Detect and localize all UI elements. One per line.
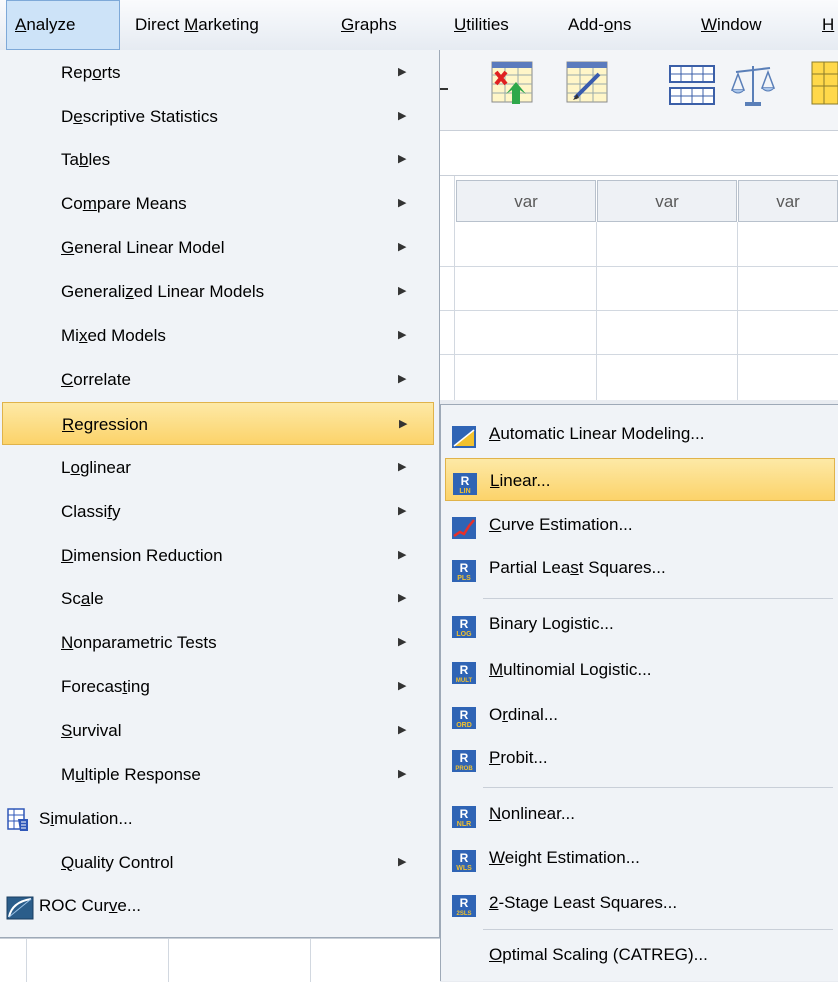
submenu-arrow-icon: ▶ bbox=[398, 505, 407, 517]
submenu-arrow-icon: ▶ bbox=[398, 636, 407, 648]
analyze-menu: Reports ▶ Descriptive Statistics ▶ Tables ▶… bbox=[0, 50, 440, 938]
svg-text:R: R bbox=[460, 896, 469, 910]
menubar-analyze[interactable]: Analyze bbox=[6, 0, 120, 50]
submenu-item-optimal-scaling[interactable]: Optimal Scaling (CATREG)... bbox=[445, 933, 835, 976]
menubar: Analyze Direct Marketing Graphs Utilitie… bbox=[0, 0, 838, 51]
menu-separator bbox=[483, 787, 833, 788]
weight-cases-edit-icon[interactable] bbox=[565, 60, 609, 113]
icon-badge-text: NLR bbox=[457, 821, 471, 828]
submenu-arrow-icon: ▶ bbox=[398, 680, 407, 692]
icon-badge-text: MULT bbox=[456, 678, 473, 684]
icon-badge-text: PROB bbox=[455, 766, 473, 772]
probit-icon: R PROB bbox=[451, 746, 477, 789]
menubar-graphs[interactable]: Graphs bbox=[341, 0, 397, 50]
submenu-item-linear[interactable]: R LIN Linear... bbox=[445, 458, 835, 501]
select-cases-icon[interactable] bbox=[490, 60, 534, 113]
svg-text:R: R bbox=[460, 708, 469, 722]
icon-badge-text: PLS bbox=[457, 575, 471, 582]
value-labels-icon[interactable] bbox=[810, 60, 838, 113]
split-file-icon[interactable] bbox=[668, 60, 716, 113]
menu-item-tables[interactable]: Tables ▶ bbox=[2, 138, 434, 181]
menu-separator bbox=[483, 598, 833, 599]
menu-item-scale[interactable]: Scale ▶ bbox=[2, 577, 434, 620]
submenu-arrow-icon: ▶ bbox=[398, 856, 407, 868]
submenu-item-curve-estimation[interactable]: Curve Estimation... bbox=[445, 503, 835, 546]
menu-item-dimension-reduction[interactable]: Dimension Reduction ▶ bbox=[2, 534, 434, 577]
submenu-arrow-icon: ▶ bbox=[398, 329, 407, 341]
submenu-item-binary-logistic[interactable]: R LOG Binary Logistic... bbox=[445, 602, 835, 645]
regression-submenu: Automatic Linear Modeling... R LIN Linea… bbox=[440, 404, 838, 981]
menubar-direct-marketing[interactable]: Direct Marketing bbox=[135, 0, 259, 50]
submenu-item-ordinal[interactable]: R ORD Ordinal... bbox=[445, 693, 835, 736]
menu-item-general-linear-model[interactable]: General Linear Model ▶ bbox=[2, 226, 434, 269]
data-grid-lower bbox=[0, 938, 440, 982]
icon-badge-text: ORD bbox=[456, 722, 472, 729]
cell-editor-bar[interactable] bbox=[440, 131, 838, 176]
partial-least-squares-icon: R PLS bbox=[451, 556, 477, 599]
menubar-help[interactable]: H bbox=[822, 0, 834, 50]
submenu-arrow-icon: ▶ bbox=[398, 592, 407, 604]
menu-item-classify[interactable]: Classify ▶ bbox=[2, 490, 434, 533]
svg-text:R: R bbox=[461, 474, 470, 488]
submenu-arrow-icon: ▶ bbox=[398, 241, 407, 253]
submenu-arrow-icon: ▶ bbox=[398, 285, 407, 297]
icon-badge-text: LIN bbox=[459, 488, 470, 495]
menu-item-multiple-response[interactable]: Multiple Response ▶ bbox=[2, 753, 434, 796]
icon-badge-text: LOG bbox=[456, 631, 472, 638]
menu-item-roc-curve[interactable]: ROC Curve... bbox=[2, 884, 434, 927]
menubar-window[interactable]: Window bbox=[701, 0, 761, 50]
menu-item-loglinear[interactable]: Loglinear ▶ bbox=[2, 446, 434, 489]
toolbar bbox=[440, 50, 838, 131]
icon-badge-text: 2SLS bbox=[456, 911, 471, 917]
submenu-item-weight-estimation[interactable]: R WLS Weight Estimation... bbox=[445, 836, 835, 879]
column-header-var-3[interactable]: var bbox=[738, 180, 838, 222]
submenu-arrow-icon: ▶ bbox=[399, 418, 408, 430]
data-grid: var var var bbox=[440, 176, 838, 400]
submenu-item-partial-least-squares[interactable]: R PLS Partial Least Squares... bbox=[445, 546, 835, 589]
menu-item-survival[interactable]: Survival ▶ bbox=[2, 709, 434, 752]
menu-item-simulation[interactable]: Simulation... bbox=[2, 797, 434, 840]
submenu-arrow-icon: ▶ bbox=[398, 110, 407, 122]
svg-text:R: R bbox=[460, 561, 469, 575]
menu-item-correlate[interactable]: Correlate ▶ bbox=[2, 358, 434, 401]
svg-text:R: R bbox=[460, 617, 469, 631]
menu-item-nonparametric-tests[interactable]: Nonparametric Tests ▶ bbox=[2, 621, 434, 664]
two-stage-least-squares-icon: R 2SLS bbox=[451, 891, 477, 934]
submenu-item-automatic-linear-modeling[interactable]: Automatic Linear Modeling... bbox=[445, 412, 835, 455]
column-header-var-2[interactable]: var bbox=[597, 180, 737, 222]
menu-item-generalized-linear-models[interactable]: Generalized Linear Models ▶ bbox=[2, 270, 434, 313]
column-header-var-1[interactable]: var bbox=[456, 180, 596, 222]
menu-item-compare-means[interactable]: Compare Means ▶ bbox=[2, 182, 434, 225]
submenu-item-probit[interactable]: R PROB Probit... bbox=[445, 736, 835, 779]
weight-scale-icon[interactable] bbox=[730, 60, 776, 113]
menubar-add-ons[interactable]: Add-ons bbox=[568, 0, 631, 50]
toolbar-divider bbox=[440, 88, 448, 90]
submenu-arrow-icon: ▶ bbox=[398, 461, 407, 473]
svg-text:R: R bbox=[460, 851, 469, 865]
submenu-arrow-icon: ▶ bbox=[398, 197, 407, 209]
roc-curve-icon bbox=[6, 893, 34, 936]
submenu-item-multinomial-logistic[interactable]: R MULT Multinomial Logistic... bbox=[445, 648, 835, 691]
submenu-arrow-icon: ▶ bbox=[398, 724, 407, 736]
submenu-item-nonlinear[interactable]: R NLR Nonlinear... bbox=[445, 792, 835, 835]
menu-item-regression[interactable]: Regression ▶ bbox=[2, 402, 434, 445]
menubar-utilities[interactable]: Utilities bbox=[454, 0, 509, 50]
menu-item-descriptive-statistics[interactable]: Descriptive Statistics ▶ bbox=[2, 95, 434, 138]
submenu-arrow-icon: ▶ bbox=[398, 549, 407, 561]
svg-text:R: R bbox=[460, 663, 469, 677]
submenu-arrow-icon: ▶ bbox=[398, 373, 407, 385]
menu-item-mixed-models[interactable]: Mixed Models ▶ bbox=[2, 314, 434, 357]
svg-text:R: R bbox=[460, 751, 469, 765]
svg-text:R: R bbox=[460, 807, 469, 821]
menu-item-quality-control[interactable]: Quality Control ▶ bbox=[2, 841, 434, 884]
menu-item-reports[interactable]: Reports ▶ bbox=[2, 51, 434, 94]
menu-item-forecasting[interactable]: Forecasting ▶ bbox=[2, 665, 434, 708]
submenu-arrow-icon: ▶ bbox=[398, 768, 407, 780]
submenu-arrow-icon: ▶ bbox=[398, 66, 407, 78]
menu-separator bbox=[483, 929, 833, 930]
submenu-arrow-icon: ▶ bbox=[398, 153, 407, 165]
submenu-item-two-stage-least-squares[interactable]: R 2SLS 2-Stage Least Squares... bbox=[445, 881, 835, 924]
icon-badge-text: WLS bbox=[456, 865, 472, 872]
